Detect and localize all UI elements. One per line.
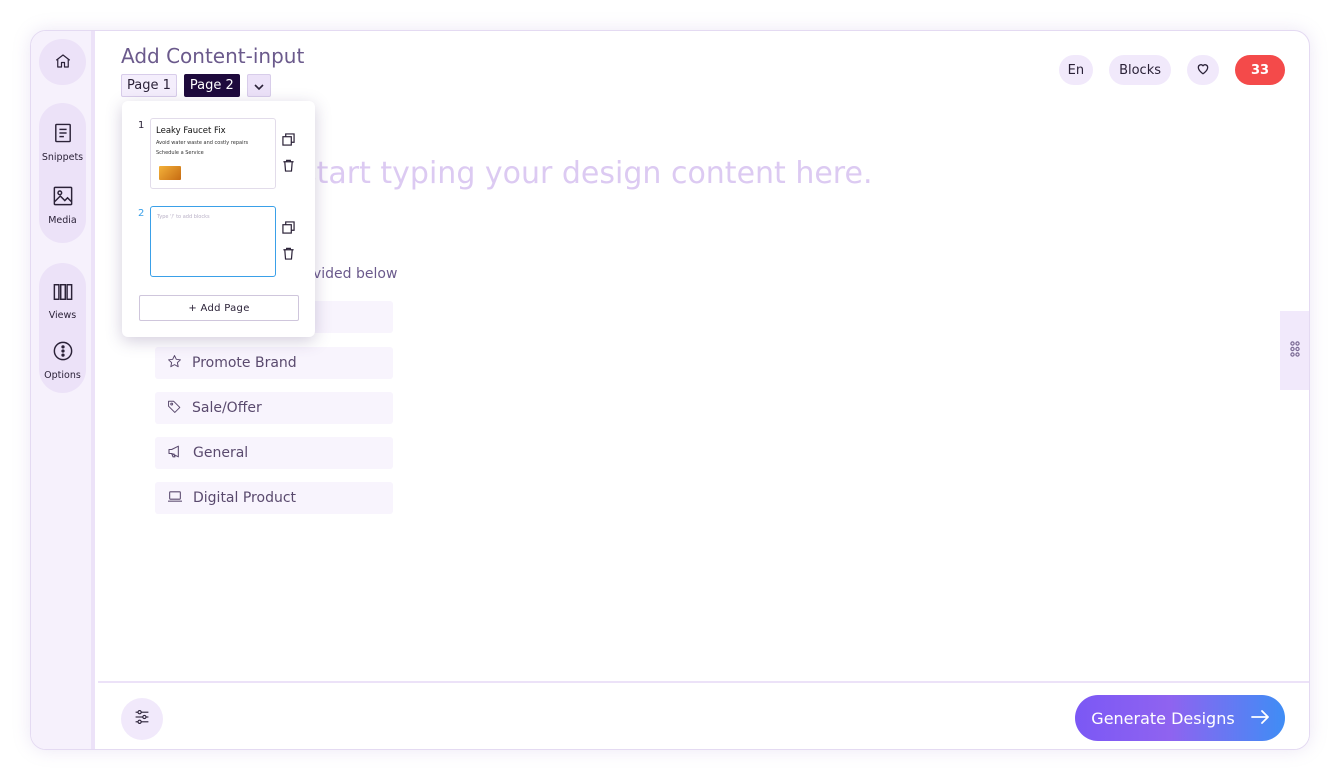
app-window: Snippets Media Views Options Add Content… bbox=[30, 30, 1310, 750]
category-label: Sale/Offer bbox=[192, 400, 262, 416]
category-hint: vided below bbox=[313, 266, 398, 282]
category-promote-brand[interactable]: Promote Brand bbox=[155, 347, 393, 379]
drag-handle-icon bbox=[1289, 340, 1300, 361]
thumbnail-title: Leaky Faucet Fix bbox=[156, 126, 226, 136]
document-icon bbox=[54, 123, 72, 147]
delete-page-icon[interactable] bbox=[282, 245, 295, 264]
tab-page-1[interactable]: Page 1 bbox=[121, 74, 177, 97]
duplicate-page-icon[interactable] bbox=[282, 219, 295, 238]
category-label: Digital Product bbox=[193, 490, 297, 506]
language-button[interactable]: En bbox=[1058, 55, 1094, 85]
generate-designs-button[interactable]: Generate Designs bbox=[1075, 695, 1285, 741]
sidebar-item-views[interactable]: Views bbox=[39, 283, 86, 321]
category-general[interactable]: General bbox=[155, 437, 393, 469]
sidebar-group-view: Views Options bbox=[39, 263, 86, 393]
header-actions: En Blocks 33 bbox=[1058, 55, 1285, 85]
credits-badge[interactable]: 33 bbox=[1235, 55, 1285, 85]
sidebar-item-label: Views bbox=[48, 310, 77, 321]
favorites-button[interactable] bbox=[1187, 55, 1219, 85]
page-thumbnail-1[interactable]: Leaky Faucet Fix Avoid water waste and c… bbox=[150, 118, 276, 189]
page-number: 2 bbox=[138, 208, 145, 219]
sidebar-item-label: Snippets bbox=[41, 152, 84, 163]
thumbnail-cta: Schedule a Service bbox=[156, 150, 204, 156]
home-button[interactable] bbox=[39, 52, 86, 74]
columns-icon bbox=[53, 283, 73, 305]
sliders-icon bbox=[134, 709, 150, 729]
more-vertical-icon bbox=[53, 341, 73, 365]
sidebar-item-label: Media bbox=[48, 215, 77, 226]
page-thumbnail-2[interactable]: Type '/' to add blocks bbox=[150, 206, 276, 277]
arrow-right-icon bbox=[1250, 709, 1269, 728]
sidebar-item-media[interactable]: Media bbox=[39, 186, 86, 226]
image-icon bbox=[53, 186, 73, 210]
page-title: Add Content-input bbox=[121, 44, 305, 68]
home-icon bbox=[54, 52, 72, 74]
sidebar-group-content: Snippets Media bbox=[39, 103, 86, 243]
tab-page-2[interactable]: Page 2 bbox=[183, 74, 240, 97]
category-label: General bbox=[193, 445, 249, 461]
content-placeholder[interactable]: start typing your design content here. bbox=[301, 156, 872, 191]
thumbnail-image bbox=[159, 166, 181, 180]
delete-page-icon[interactable] bbox=[282, 157, 295, 176]
category-digital-product[interactable]: Digital Product bbox=[155, 482, 393, 514]
footer-bar: Generate Designs bbox=[98, 681, 1309, 749]
star-icon bbox=[167, 354, 182, 373]
tag-icon bbox=[167, 399, 182, 418]
heart-icon bbox=[1196, 62, 1210, 79]
megaphone-icon bbox=[167, 444, 183, 463]
thumbnail-subtitle: Avoid water waste and costly repairs bbox=[156, 140, 249, 146]
home-group bbox=[39, 39, 86, 85]
settings-button[interactable] bbox=[121, 698, 163, 740]
page-number: 1 bbox=[138, 120, 145, 131]
sidebar-item-label: Options bbox=[44, 370, 81, 381]
sidebar-item-options[interactable]: Options bbox=[39, 341, 86, 381]
generate-designs-label: Generate Designs bbox=[1091, 708, 1235, 728]
side-panel-handle[interactable] bbox=[1280, 311, 1309, 390]
chevron-down-icon bbox=[254, 76, 264, 95]
pages-dropdown: 1 Leaky Faucet Fix Avoid water waste and… bbox=[122, 101, 315, 337]
sidebar-item-snippets[interactable]: Snippets bbox=[39, 123, 86, 163]
category-label: Promote Brand bbox=[192, 355, 297, 371]
blocks-button[interactable]: Blocks bbox=[1109, 55, 1171, 85]
sidebar: Snippets Media Views Options bbox=[31, 31, 95, 749]
category-sale-offer[interactable]: Sale/Offer bbox=[155, 392, 393, 424]
duplicate-page-icon[interactable] bbox=[282, 131, 295, 150]
laptop-icon bbox=[167, 490, 183, 507]
pages-dropdown-toggle[interactable] bbox=[246, 74, 271, 97]
thumbnail-placeholder: Type '/' to add blocks bbox=[157, 214, 210, 220]
page-tabs: Page 1 Page 2 bbox=[121, 74, 271, 97]
add-page-button[interactable]: + Add Page bbox=[139, 295, 299, 321]
